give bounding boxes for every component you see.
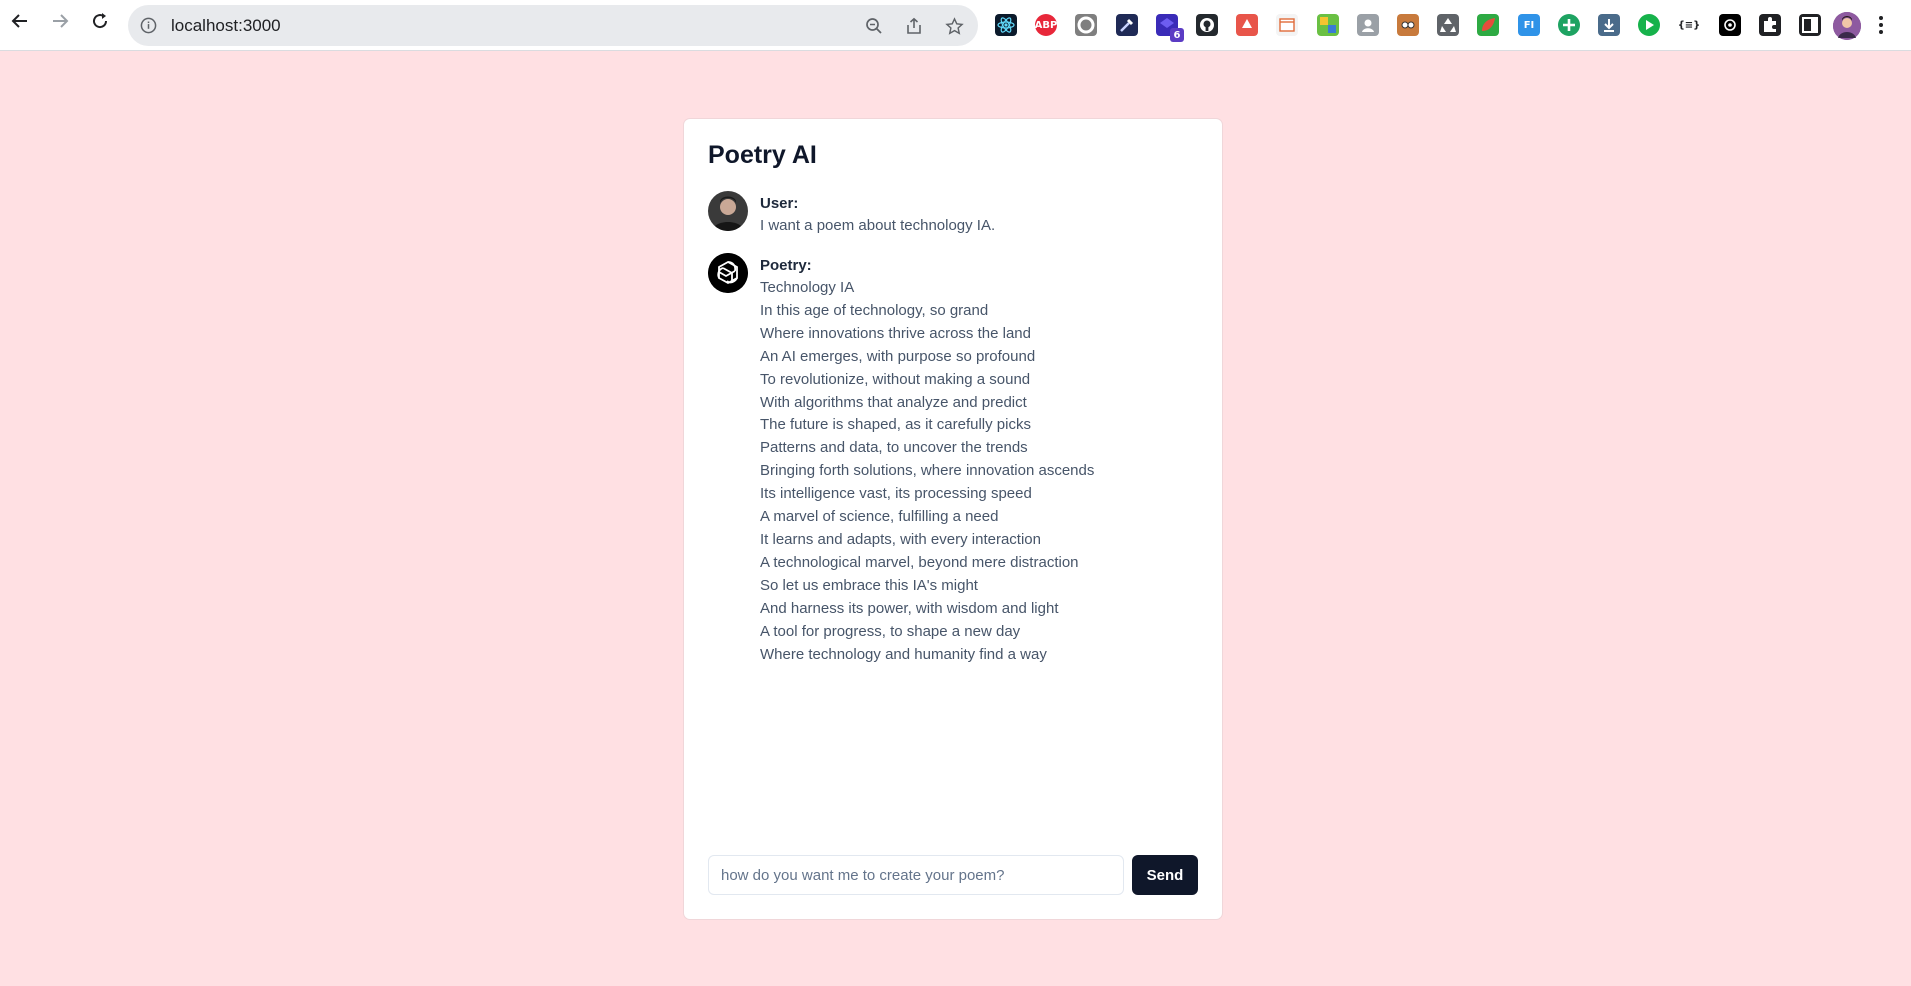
bookmark-star-icon[interactable] [944,16,964,36]
openai-logo-icon [708,253,748,293]
user-message-text: I want a poem about technology IA. [760,217,996,234]
poem-line: So let us embrace this IA's might [760,576,978,594]
address-url: localhost:3000 [171,16,281,35]
react-devtools-icon[interactable] [995,14,1017,36]
poem-line: With algorithms that analyze and predict [760,393,1027,411]
plus-extension-icon[interactable] [1558,14,1580,36]
user-avatar [708,191,748,231]
send-button[interactable]: Send [1132,855,1198,895]
site-info-icon[interactable] [140,17,157,39]
reload-button[interactable] [88,9,112,33]
browser-toolbar: localhost:3000 ABP 6 FI {≡} [0,0,1911,51]
fi-extension-label: FI [1523,19,1535,31]
recycle-icon[interactable] [1437,14,1459,36]
poem-line: Bringing forth solutions, where innovati… [760,462,1095,480]
puzzle-icon[interactable] [1759,14,1781,36]
back-button[interactable] [8,9,32,33]
poem-line: Its intelligence vast, its processing sp… [760,485,1032,503]
poem-line: Where technology and humanity find a way [760,645,1047,663]
address-bar[interactable]: localhost:3000 [128,5,978,46]
colorzilla-icon[interactable] [1317,14,1339,36]
json-extension-icon[interactable]: {≡} [1678,14,1700,36]
forward-button[interactable] [48,9,72,33]
adblock-icon[interactable]: ABP [1035,14,1057,36]
poem-text: Technology IA In this age of technology, … [760,277,1200,666]
fi-extension-icon[interactable]: FI [1518,14,1540,36]
play-extension-icon[interactable] [1638,14,1660,36]
reload-icon [93,13,108,29]
extension-count-badge: 6 [1170,28,1184,42]
user-speaker-label: User: [760,195,799,212]
extension-stack-icon[interactable]: 6 [1156,14,1184,42]
poem-line: The future is shaped, as it carefully pi… [760,416,1031,434]
poem-line: A tool for progress, to shape a new day [760,622,1021,640]
notes-extension-icon[interactable] [1276,14,1298,36]
poem-line: Technology IA [760,279,855,296]
poetry-speaker-label: Poetry: [760,257,812,274]
poem-line: In this age of technology, so grand [760,301,989,319]
poem-line: Patterns and data, to uncover the trends [760,439,1028,457]
circle-extension-icon[interactable] [1075,14,1097,36]
chatgpt-extension-icon[interactable] [1719,14,1741,36]
download-extension-icon[interactable] [1598,14,1620,36]
chat-card: Poetry AI User: I want a poem about tech… [684,119,1222,919]
eyedropper-icon[interactable] [1116,14,1138,36]
json-extension-label: {≡} [1677,19,1701,31]
share-icon[interactable] [904,16,924,36]
poem-line: A marvel of science, fulfilling a need [760,508,999,526]
face-extension-icon[interactable] [1397,14,1419,36]
chrome-menu-icon[interactable] [1876,14,1886,36]
tree-extension-icon[interactable] [1236,14,1258,36]
prompt-input[interactable] [708,855,1124,895]
poem-line: An AI emerges, with purpose so profound [760,347,1036,365]
page-title: Poetry AI [708,141,817,169]
forward-arrow-icon [53,14,69,28]
adblock-label: ABP [1034,19,1058,31]
poem-line: A technological marvel, beyond mere dist… [760,553,1079,571]
profile-avatar[interactable] [1833,12,1861,40]
sidepanel-icon[interactable] [1799,14,1821,36]
leaf-extension-icon[interactable] [1477,14,1499,36]
poem-line: And harness its power, with wisdom and l… [760,599,1059,617]
poem-line: It learns and adapts, with every interac… [760,530,1041,548]
zoom-icon[interactable] [864,16,884,36]
composer: Send [708,855,1198,895]
github-icon[interactable] [1196,14,1218,36]
poem-line: To revolutionize, without making a sound [760,370,1031,388]
poem-line: Where innovations thrive across the land [760,324,1031,342]
back-arrow-icon [11,14,27,28]
photo-extension-icon[interactable] [1357,14,1379,36]
